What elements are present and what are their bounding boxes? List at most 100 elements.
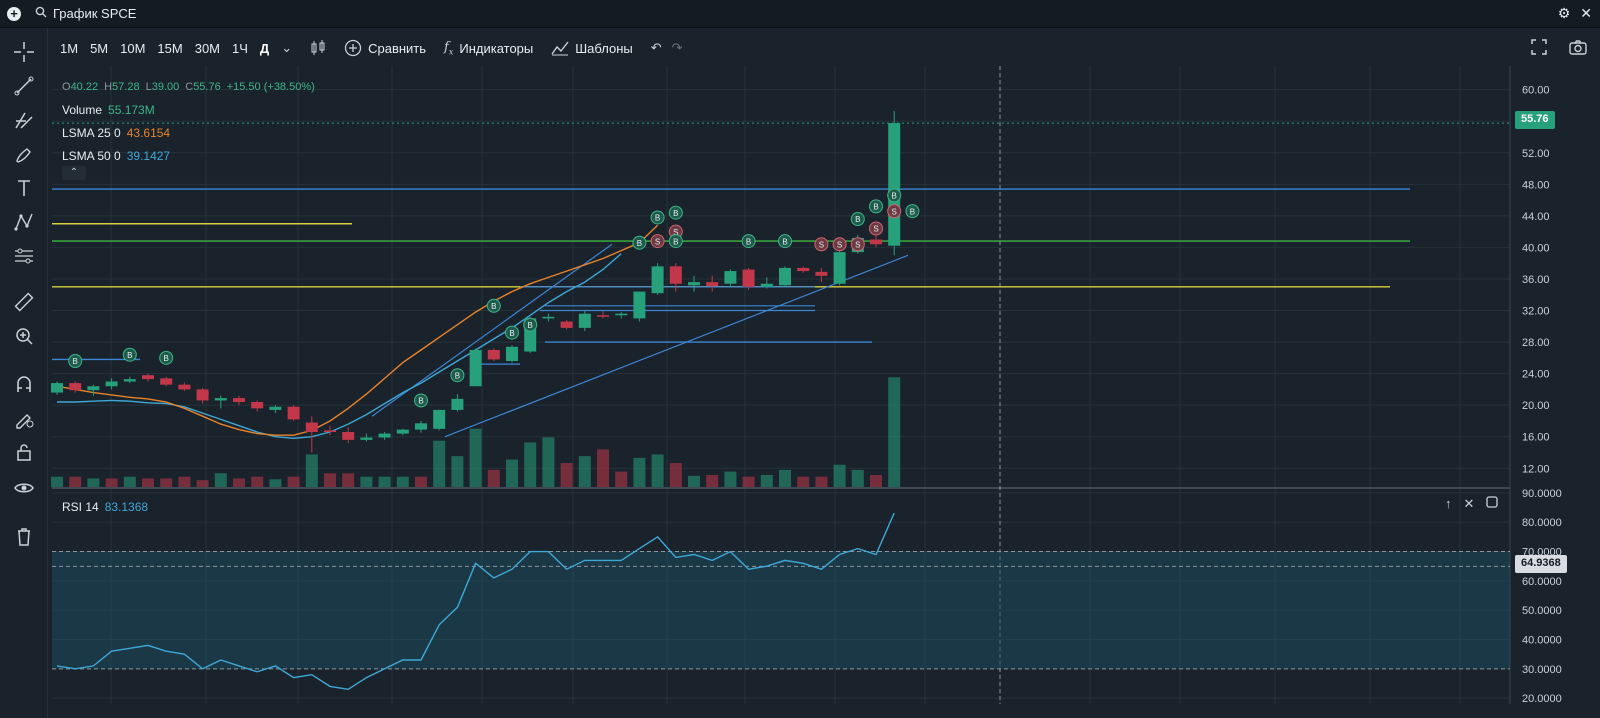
rsi-axis-label: 60.0000 (1522, 576, 1562, 588)
volume-bar (542, 437, 555, 487)
marker-label: B (746, 237, 751, 246)
last-price-tag: 55.76 (1515, 111, 1555, 129)
volume-bar (196, 480, 209, 487)
buy-marker: B (122, 347, 137, 362)
candle-body (251, 402, 264, 409)
move-up-icon[interactable]: ↑ (1445, 496, 1452, 512)
volume-bar (51, 476, 63, 487)
buy-marker: B (486, 298, 501, 313)
buy-marker: B (869, 199, 883, 214)
candle-body (633, 291, 646, 319)
volume-bar (469, 428, 482, 487)
price-axis-label: 12.00 (1522, 463, 1550, 475)
collapse-legend-button[interactable]: ⌃ (62, 166, 86, 180)
buy-marker: B (668, 205, 683, 220)
change-value: +15.50 (+38.50%) (226, 81, 315, 93)
volume-bar (214, 473, 227, 487)
volume-bar (742, 476, 755, 487)
volume-bar (378, 476, 391, 487)
volume-bar (87, 478, 100, 487)
rsi-level-tag: 64.9368 (1515, 555, 1567, 573)
marker-label: B (892, 192, 897, 201)
marker-label: B (528, 321, 533, 330)
volume-bar (851, 469, 864, 487)
volume-bar (360, 476, 373, 487)
candle-body (487, 349, 500, 360)
marker-label: B (491, 302, 496, 311)
ohlc-readout: O40.22 H57.28 L39.00 C55.76 +15.50 (+38.… (62, 76, 315, 99)
volume-bar (415, 476, 427, 487)
marker-label: S (819, 240, 824, 249)
volume-bar (597, 449, 609, 487)
rsi-label[interactable]: RSI 14 (62, 500, 99, 514)
lsma50-value: 39.1427 (126, 149, 171, 163)
marker-label: B (910, 207, 915, 216)
volume-bar (833, 464, 846, 487)
lsma25-label[interactable]: LSMA 25 0 (62, 122, 121, 145)
sell-marker: S (650, 234, 665, 249)
buy-marker: B (159, 350, 174, 365)
marker-label: B (782, 237, 787, 246)
candle-body (669, 266, 682, 284)
candle-body (87, 386, 100, 391)
volume-bar (560, 463, 573, 487)
rsi-legend: RSI 14 83.1368 (62, 500, 148, 514)
volume-bar (578, 456, 591, 487)
low-value: 39.00 (151, 81, 180, 93)
volume-bar (487, 469, 500, 487)
buy-marker: B (850, 212, 865, 227)
marker-label: B (873, 203, 878, 212)
candle-body (760, 283, 773, 287)
marker-label: B (127, 351, 132, 360)
volume-bar (724, 471, 737, 487)
volume-bar (779, 469, 791, 487)
candle-body (833, 252, 846, 284)
volume-bar (633, 457, 646, 487)
candle-body (451, 398, 464, 410)
candle-body (560, 321, 573, 328)
volume-label[interactable]: Volume (62, 99, 102, 122)
rsi-axis-label: 40.0000 (1522, 635, 1562, 647)
volume-bar (815, 476, 828, 487)
volume-bar (287, 476, 300, 487)
rsi-axis-label: 90.0000 (1522, 488, 1562, 500)
close-pane-icon[interactable]: ✕ (1464, 496, 1475, 512)
candle-body (797, 267, 810, 272)
volume-bar (651, 454, 664, 487)
marker-label: S (655, 237, 660, 246)
volume-bar (615, 471, 628, 487)
marker-label: B (164, 354, 169, 363)
marker-label: S (892, 207, 897, 216)
rsi-axis-label: 50.0000 (1522, 605, 1562, 617)
candle-body (506, 346, 518, 362)
price-axis-label: 28.00 (1522, 337, 1550, 349)
lsma50-label[interactable]: LSMA 50 0 (62, 145, 121, 168)
volume-bar (870, 475, 882, 487)
volume-bar (669, 463, 682, 487)
price-axis-label: 40.00 (1522, 242, 1550, 254)
buy-marker: B (887, 188, 902, 203)
maximize-pane-icon[interactable] (1486, 496, 1499, 512)
buy-marker: B (68, 354, 83, 369)
marker-label: B (73, 357, 78, 366)
high-value: 57.28 (112, 81, 140, 93)
rsi-value: 83.1368 (104, 500, 149, 514)
volume-bar (269, 479, 282, 487)
price-axis-label: 48.00 (1522, 179, 1550, 191)
volume-bar (342, 473, 355, 487)
candle-body (269, 406, 282, 410)
close-value: 55.76 (193, 81, 221, 93)
volume-bar (760, 475, 773, 487)
volume-bar (797, 476, 810, 487)
volume-bar (688, 475, 700, 487)
sell-marker: S (832, 237, 847, 252)
volume-bar (178, 476, 191, 487)
candle-body (342, 431, 355, 440)
price-axis-label: 20.00 (1522, 400, 1550, 412)
buy-marker: B (668, 234, 683, 249)
lsma25-value: 43.6154 (126, 126, 171, 140)
candle-body (415, 423, 427, 430)
candle-body (360, 437, 373, 440)
candle-body (378, 433, 391, 438)
candle-body (688, 282, 700, 286)
